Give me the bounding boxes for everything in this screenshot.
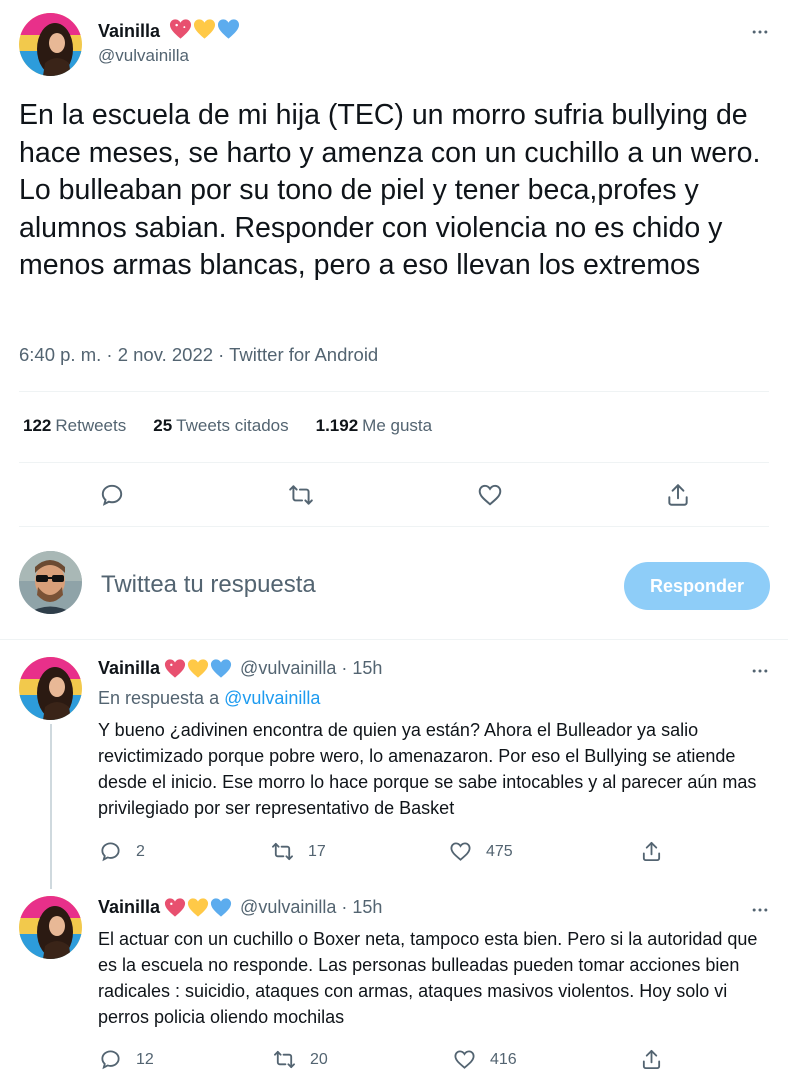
blue-heart-icon [210,659,232,678]
divider [0,639,788,640]
reply-author-name[interactable]: Vainilla [98,897,160,918]
tweet-text: En la escuela de mi hija (TEC) un morro … [19,99,761,281]
reply-icon [101,1050,120,1070]
share-icon[interactable] [663,480,693,510]
like-icon [454,1050,475,1069]
quotes-stat[interactable]: 25 Tweets citados [153,416,288,436]
retweet-icon [272,842,293,861]
divider [19,391,769,392]
in-reply-to-link[interactable]: @vulvainilla [224,688,320,708]
like-action[interactable]: 475 [449,840,513,863]
retweet-action[interactable]: 20 [273,1048,328,1071]
author-avatar[interactable] [19,13,82,76]
tweet-meta[interactable]: 6:40 p. m. · 2 nov. 2022 · Twitter for A… [19,344,378,366]
emoji-hearts [164,897,232,918]
reply-author-name[interactable]: Vainilla [98,658,160,679]
like-count: 475 [486,842,513,860]
current-user-avatar[interactable] [19,551,82,614]
share-action[interactable] [640,1048,663,1071]
reply-button[interactable]: Responder [624,562,770,610]
reply-header: Vainilla @vulvainilla · 15h [98,897,382,918]
like-icon [450,842,471,861]
like-count: 416 [490,1050,517,1068]
retweet-icon[interactable] [286,480,316,510]
retweet-count: 20 [310,1050,328,1068]
retweet-action[interactable]: 17 [271,840,326,863]
share-action[interactable] [640,840,663,863]
reply-icon [101,842,120,862]
reply-input[interactable]: Twittea tu respuesta [101,571,316,599]
reply-avatar[interactable] [19,896,82,959]
more-options-icon[interactable] [748,20,772,44]
in-reply-to: En respuesta a @vulvainilla [98,688,321,708]
author-handle[interactable]: @vulvainilla [98,46,189,66]
retweet-icon [274,1050,295,1069]
sparkling-heart-icon [169,19,191,39]
reply-header: Vainilla @vulvainilla · 15h [98,658,382,679]
likes-stat[interactable]: 1.192 Me gusta [316,416,432,436]
thread-connector [50,724,52,889]
reply-action[interactable]: 2 [99,840,145,863]
yellow-heart-icon [187,659,209,678]
reply-handle-time[interactable]: @vulvainilla · 15h [240,897,382,918]
retweets-stat[interactable]: 122 Retweets [23,416,126,436]
like-action[interactable]: 416 [453,1048,517,1071]
reply-text: Y bueno ¿adivinen encontra de quien ya e… [98,720,757,818]
share-icon [642,1049,661,1070]
reply-icon[interactable] [97,480,127,510]
author-name-row: Vainilla [98,18,240,42]
emoji-hearts [164,658,232,679]
reply-count: 2 [136,842,145,860]
blue-heart-icon [217,19,239,39]
yellow-heart-icon [193,19,215,39]
reply-avatar[interactable] [19,657,82,720]
divider [19,526,769,527]
retweet-count: 17 [308,842,326,860]
reply-action[interactable]: 12 [99,1048,154,1071]
sparkling-heart-icon [164,898,186,917]
yellow-heart-icon [187,898,209,917]
reply-count: 12 [136,1050,154,1068]
author-name[interactable]: Vainilla [98,21,160,41]
reply-text: El actuar con un cuchillo o Boxer neta, … [98,929,758,1027]
reply-handle-time[interactable]: @vulvainilla · 15h [240,658,382,679]
more-options-icon[interactable] [748,898,772,922]
sparkling-heart-icon [164,659,186,678]
emoji-hearts [169,18,240,40]
share-icon [642,841,661,862]
divider [19,462,769,463]
tweet-stats: 122 Retweets 25 Tweets citados 1.192 Me gus… [23,416,432,436]
blue-heart-icon [210,898,232,917]
more-options-icon[interactable] [748,659,772,683]
like-icon[interactable] [475,480,505,510]
